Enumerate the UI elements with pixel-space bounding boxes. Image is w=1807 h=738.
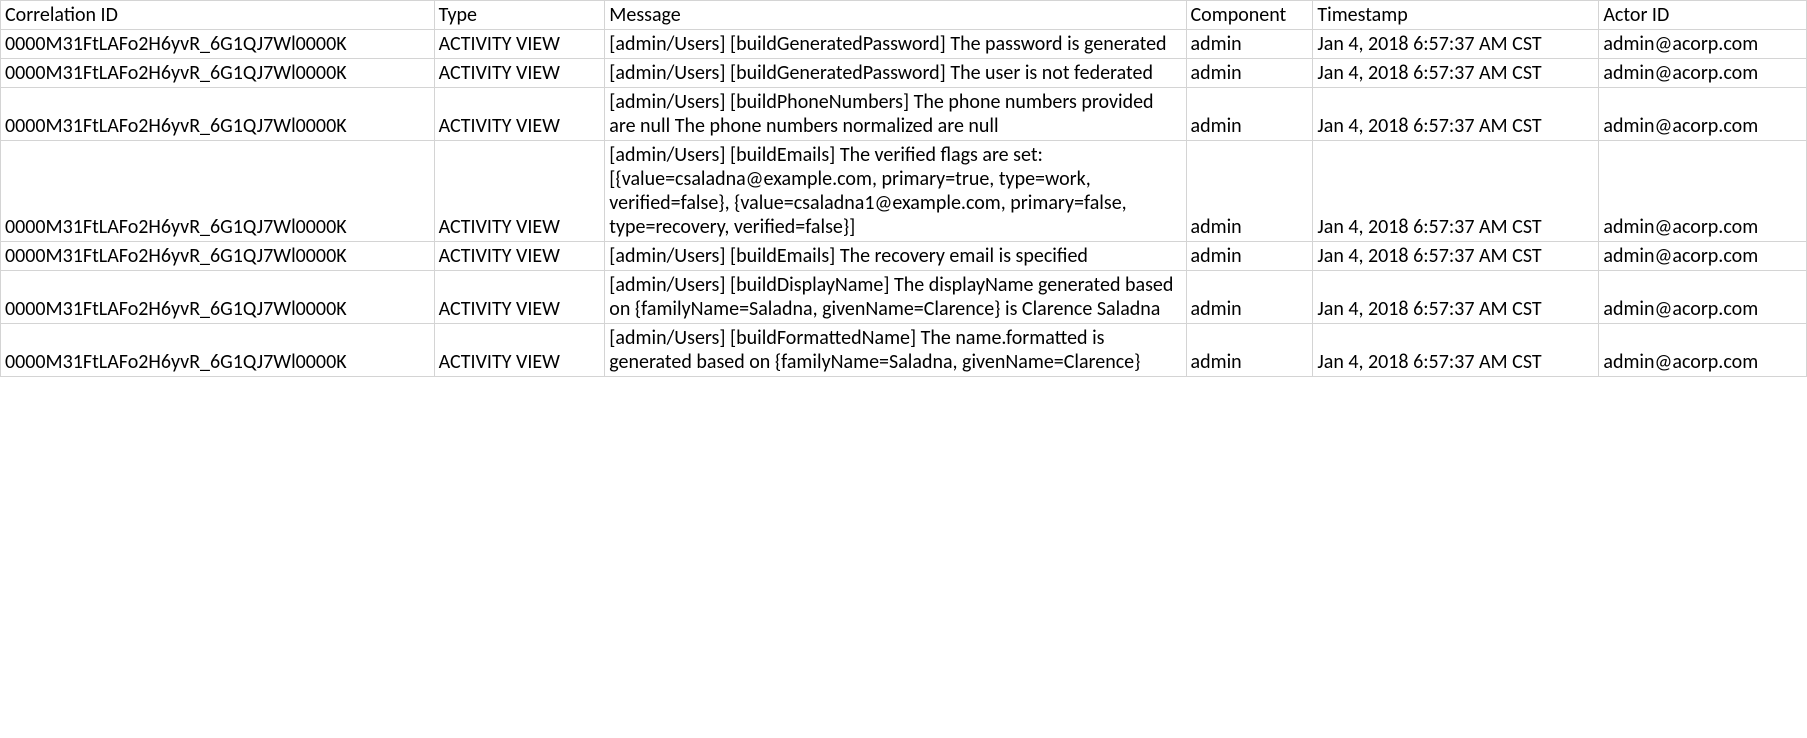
- header-correlation[interactable]: Correlation ID: [1, 1, 435, 30]
- cell-component[interactable]: admin: [1186, 141, 1313, 242]
- cell-timestamp[interactable]: Jan 4, 2018 6:57:37 AM CST: [1313, 30, 1599, 59]
- cell-timestamp[interactable]: Jan 4, 2018 6:57:37 AM CST: [1313, 242, 1599, 271]
- cell-type[interactable]: ACTIVITY VIEW: [434, 324, 605, 377]
- log-table: Correlation ID Type Message Component Ti…: [0, 0, 1807, 377]
- cell-component[interactable]: admin: [1186, 88, 1313, 141]
- cell-timestamp[interactable]: Jan 4, 2018 6:57:37 AM CST: [1313, 88, 1599, 141]
- cell-message[interactable]: [admin/Users] [buildFormattedName] The n…: [605, 324, 1186, 377]
- cell-message[interactable]: [admin/Users] [buildGeneratedPassword] T…: [605, 30, 1186, 59]
- cell-actor[interactable]: admin@acorp.com: [1599, 271, 1807, 324]
- cell-component[interactable]: admin: [1186, 271, 1313, 324]
- cell-type[interactable]: ACTIVITY VIEW: [434, 30, 605, 59]
- table-row[interactable]: 0000M31FtLAFo2H6yvR_6G1QJ7Wl0000K ACTIVI…: [1, 30, 1807, 59]
- header-timestamp[interactable]: Timestamp: [1313, 1, 1599, 30]
- table-row[interactable]: 0000M31FtLAFo2H6yvR_6G1QJ7Wl0000K ACTIVI…: [1, 324, 1807, 377]
- cell-correlation[interactable]: 0000M31FtLAFo2H6yvR_6G1QJ7Wl0000K: [1, 271, 435, 324]
- cell-timestamp[interactable]: Jan 4, 2018 6:57:37 AM CST: [1313, 141, 1599, 242]
- cell-message[interactable]: [admin/Users] [buildEmails] The recovery…: [605, 242, 1186, 271]
- table-body: 0000M31FtLAFo2H6yvR_6G1QJ7Wl0000K ACTIVI…: [1, 30, 1807, 377]
- cell-type[interactable]: ACTIVITY VIEW: [434, 271, 605, 324]
- cell-type[interactable]: ACTIVITY VIEW: [434, 242, 605, 271]
- cell-component[interactable]: admin: [1186, 59, 1313, 88]
- table-row[interactable]: 0000M31FtLAFo2H6yvR_6G1QJ7Wl0000K ACTIVI…: [1, 59, 1807, 88]
- cell-type[interactable]: ACTIVITY VIEW: [434, 88, 605, 141]
- cell-type[interactable]: ACTIVITY VIEW: [434, 59, 605, 88]
- cell-actor[interactable]: admin@acorp.com: [1599, 324, 1807, 377]
- table-header-row: Correlation ID Type Message Component Ti…: [1, 1, 1807, 30]
- cell-timestamp[interactable]: Jan 4, 2018 6:57:37 AM CST: [1313, 271, 1599, 324]
- header-component[interactable]: Component: [1186, 1, 1313, 30]
- cell-component[interactable]: admin: [1186, 324, 1313, 377]
- header-type[interactable]: Type: [434, 1, 605, 30]
- cell-actor[interactable]: admin@acorp.com: [1599, 59, 1807, 88]
- cell-message[interactable]: [admin/Users] [buildEmails] The verified…: [605, 141, 1186, 242]
- cell-timestamp[interactable]: Jan 4, 2018 6:57:37 AM CST: [1313, 59, 1599, 88]
- table-row[interactable]: 0000M31FtLAFo2H6yvR_6G1QJ7Wl0000K ACTIVI…: [1, 141, 1807, 242]
- cell-correlation[interactable]: 0000M31FtLAFo2H6yvR_6G1QJ7Wl0000K: [1, 141, 435, 242]
- cell-correlation[interactable]: 0000M31FtLAFo2H6yvR_6G1QJ7Wl0000K: [1, 59, 435, 88]
- cell-correlation[interactable]: 0000M31FtLAFo2H6yvR_6G1QJ7Wl0000K: [1, 324, 435, 377]
- table-row[interactable]: 0000M31FtLAFo2H6yvR_6G1QJ7Wl0000K ACTIVI…: [1, 242, 1807, 271]
- table-row[interactable]: 0000M31FtLAFo2H6yvR_6G1QJ7Wl0000K ACTIVI…: [1, 271, 1807, 324]
- cell-correlation[interactable]: 0000M31FtLAFo2H6yvR_6G1QJ7Wl0000K: [1, 30, 435, 59]
- table-row[interactable]: 0000M31FtLAFo2H6yvR_6G1QJ7Wl0000K ACTIVI…: [1, 88, 1807, 141]
- header-actor[interactable]: Actor ID: [1599, 1, 1807, 30]
- cell-message[interactable]: [admin/Users] [buildPhoneNumbers] The ph…: [605, 88, 1186, 141]
- cell-timestamp[interactable]: Jan 4, 2018 6:57:37 AM CST: [1313, 324, 1599, 377]
- cell-actor[interactable]: admin@acorp.com: [1599, 141, 1807, 242]
- cell-actor[interactable]: admin@acorp.com: [1599, 30, 1807, 59]
- cell-actor[interactable]: admin@acorp.com: [1599, 242, 1807, 271]
- header-message[interactable]: Message: [605, 1, 1186, 30]
- cell-correlation[interactable]: 0000M31FtLAFo2H6yvR_6G1QJ7Wl0000K: [1, 242, 435, 271]
- cell-component[interactable]: admin: [1186, 30, 1313, 59]
- cell-component[interactable]: admin: [1186, 242, 1313, 271]
- cell-message[interactable]: [admin/Users] [buildDisplayName] The dis…: [605, 271, 1186, 324]
- cell-message[interactable]: [admin/Users] [buildGeneratedPassword] T…: [605, 59, 1186, 88]
- cell-correlation[interactable]: 0000M31FtLAFo2H6yvR_6G1QJ7Wl0000K: [1, 88, 435, 141]
- cell-actor[interactable]: admin@acorp.com: [1599, 88, 1807, 141]
- cell-type[interactable]: ACTIVITY VIEW: [434, 141, 605, 242]
